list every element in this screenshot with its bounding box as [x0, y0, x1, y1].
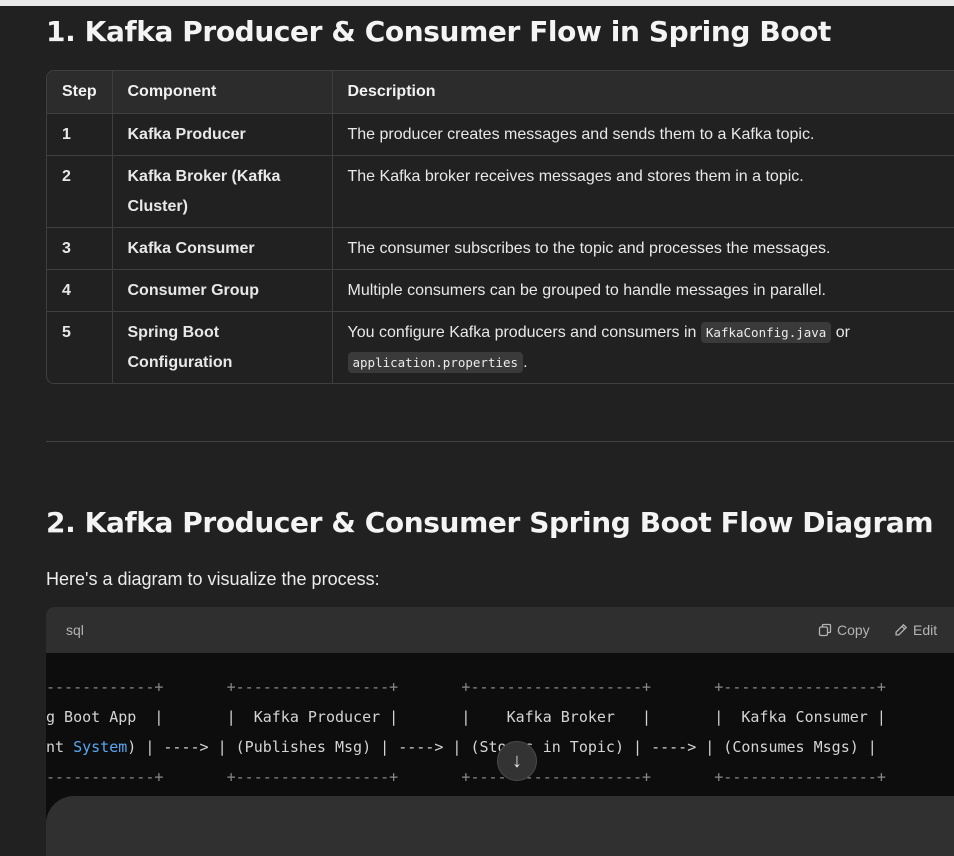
code-block-header: sql Copy Edit: [46, 607, 954, 653]
code-line-border-top: ------------+ +-----------------+ +-----…: [46, 678, 886, 696]
cell-component: Kafka Producer: [111, 112, 333, 156]
copy-label: Copy: [837, 622, 870, 638]
pencil-icon: [895, 623, 908, 636]
code-line-1: g Boot App | | Kafka Producer | | Kafka …: [46, 708, 886, 726]
cell-component: Kafka Broker (Kafka Cluster): [111, 154, 333, 228]
cell-step: 2: [47, 154, 113, 228]
code-text: nt: [46, 738, 74, 756]
cell-description: The producer creates messages and sends …: [331, 112, 954, 156]
table-row: 1 Kafka Producer The producer creates me…: [47, 112, 954, 156]
inline-code-kafkaconfig: KafkaConfig.java: [700, 321, 832, 343]
cell-step: 1: [47, 112, 113, 156]
cell-component: Consumer Group: [111, 268, 333, 312]
table-header-row: Step Component Description: [47, 71, 954, 114]
section-1-heading: 1. Kafka Producer & Consumer Flow in Spr…: [46, 15, 831, 48]
top-border: [0, 0, 954, 6]
header-description: Description: [331, 71, 954, 114]
table-row: 3 Kafka Consumer The consumer subscribes…: [47, 226, 954, 270]
code-keyword: System: [73, 738, 128, 756]
edit-button[interactable]: Edit: [894, 622, 937, 638]
desc-text-pre: You configure Kafka producers and consum…: [347, 323, 701, 341]
cell-step: 4: [47, 268, 113, 312]
code-block: sql Copy Edit ------------+ +-----------…: [46, 607, 954, 827]
section-2-heading: 2. Kafka Producer & Consumer Spring Boot…: [46, 506, 934, 539]
code-line-2: nt System) | ----> | (Publishes Msg) | -…: [46, 738, 877, 756]
table-row: 5 Spring Boot Configuration You configur…: [47, 310, 954, 383]
copy-button[interactable]: Copy: [818, 622, 870, 638]
arrow-down-icon: ↓: [512, 749, 522, 772]
section-divider: [46, 441, 954, 442]
desc-text-mid: or: [831, 323, 850, 341]
copy-icon: [818, 623, 832, 637]
cell-component: Spring Boot Configuration: [111, 310, 333, 383]
intro-paragraph: Here's a diagram to visualize the proces…: [46, 569, 380, 589]
desc-text-post: .: [523, 353, 528, 371]
table-row: 4 Consumer Group Multiple consumers can …: [47, 268, 954, 312]
header-component: Component: [111, 71, 333, 114]
cell-component: Kafka Consumer: [111, 226, 333, 270]
cell-description: The consumer subscribes to the topic and…: [331, 226, 954, 270]
code-language-label: sql: [66, 622, 84, 638]
inline-code-application-properties: application.properties: [347, 351, 524, 373]
edit-label: Edit: [913, 622, 938, 638]
cell-description: You configure Kafka producers and consum…: [331, 310, 954, 383]
cell-description: Multiple consumers can be grouped to han…: [331, 268, 954, 312]
table-row: 2 Kafka Broker (Kafka Cluster) The Kafka…: [47, 154, 954, 228]
scroll-down-button[interactable]: ↓: [497, 741, 537, 781]
message-composer[interactable]: [46, 796, 954, 856]
cell-step: 5: [47, 310, 113, 383]
cell-step: 3: [47, 226, 113, 270]
header-step: Step: [47, 71, 113, 114]
cell-description: The Kafka broker receives messages and s…: [331, 154, 954, 228]
code-line-border-bottom: ------------+ +-----------------+ +-----…: [46, 768, 886, 786]
kafka-flow-table: Step Component Description 1 Kafka Produ…: [46, 70, 954, 384]
